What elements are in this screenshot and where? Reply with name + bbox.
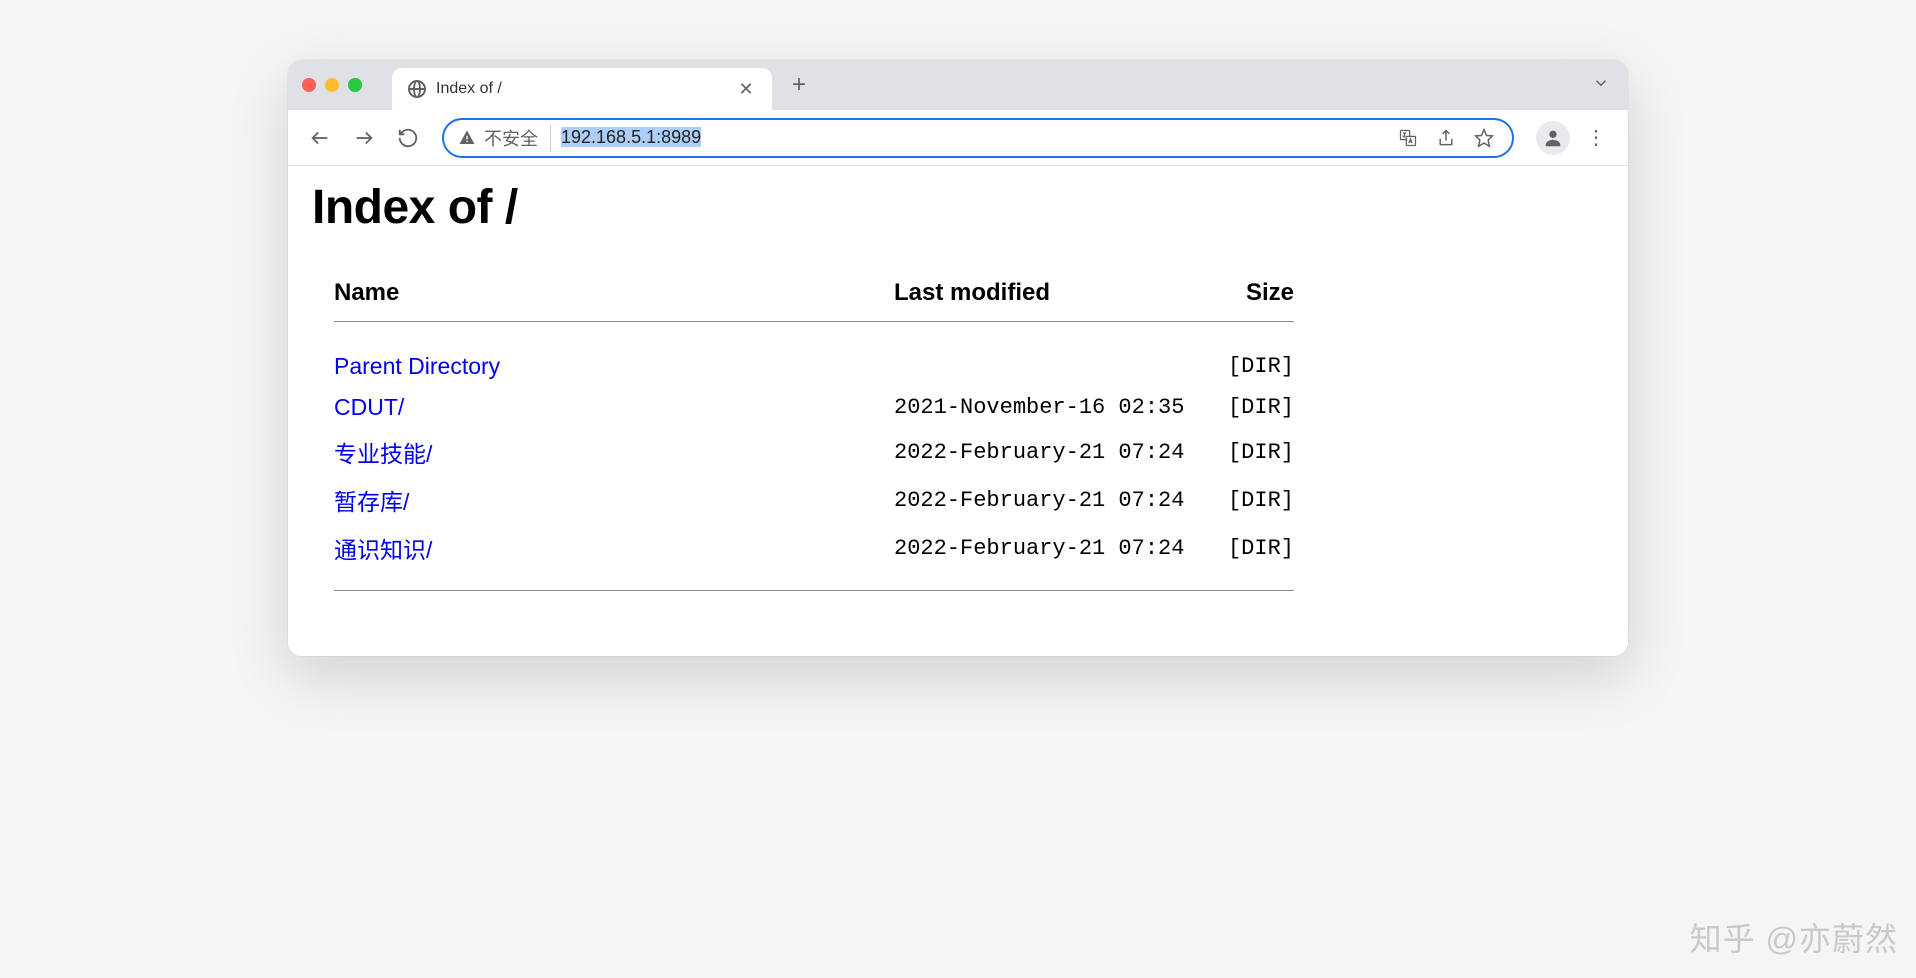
- share-icon[interactable]: [1432, 128, 1460, 148]
- size-cell: [DIR]: [1194, 395, 1294, 420]
- warning-icon: [458, 129, 476, 147]
- new-tab-button[interactable]: +: [792, 71, 806, 99]
- tab-title: Index of /: [436, 80, 726, 98]
- dir-link[interactable]: 通识知识/: [334, 537, 432, 563]
- window-controls: [302, 78, 362, 92]
- col-header-modified: Last modified: [894, 279, 1194, 307]
- page-content: Index of / Name Last modified Size Paren…: [288, 166, 1628, 656]
- watermark: 知乎 @亦蔚然: [1690, 914, 1898, 960]
- listing-row: 专业技能/ 2022-February-21 07:24 [DIR]: [334, 428, 1294, 476]
- browser-tab[interactable]: Index of / ✕: [392, 68, 772, 110]
- page-title: Index of /: [312, 180, 1604, 235]
- globe-icon: [408, 80, 426, 98]
- directory-listing: Name Last modified Size Parent Directory…: [334, 279, 1294, 591]
- address-bar[interactable]: 不安全 192.168.5.1:8989: [442, 118, 1514, 158]
- size-cell: [DIR]: [1194, 488, 1294, 513]
- window-close-icon[interactable]: [302, 78, 316, 92]
- size-cell: [DIR]: [1194, 354, 1294, 379]
- size-cell: [DIR]: [1194, 536, 1294, 561]
- modified-cell: 2022-February-21 07:24: [894, 440, 1194, 465]
- modified-cell: 2021-November-16 02:35: [894, 395, 1194, 420]
- security-indicator[interactable]: 不安全: [458, 125, 551, 151]
- col-header-size: Size: [1194, 279, 1294, 307]
- browser-window: Index of / ✕ + 不安全 192.168.5.1:8989: [288, 60, 1628, 656]
- listing-row: CDUT/ 2021-November-16 02:35 [DIR]: [334, 387, 1294, 428]
- listing-header: Name Last modified Size: [334, 279, 1294, 322]
- listing-row: Parent Directory [DIR]: [334, 346, 1294, 387]
- toolbar: 不安全 192.168.5.1:8989 ⋮: [288, 110, 1628, 166]
- forward-button[interactable]: [346, 120, 382, 156]
- dir-link[interactable]: CDUT/: [334, 394, 404, 420]
- back-button[interactable]: [302, 120, 338, 156]
- dir-link[interactable]: Parent Directory: [334, 353, 500, 379]
- tab-strip: Index of / ✕ +: [288, 60, 1628, 110]
- translate-icon[interactable]: [1394, 128, 1422, 148]
- star-icon[interactable]: [1470, 128, 1498, 148]
- dir-link[interactable]: 暂存库/: [334, 489, 409, 515]
- listing-row: 暂存库/ 2022-February-21 07:24 [DIR]: [334, 476, 1294, 524]
- modified-cell: 2022-February-21 07:24: [894, 536, 1194, 561]
- url-text: 192.168.5.1:8989: [561, 127, 1384, 148]
- size-cell: [DIR]: [1194, 440, 1294, 465]
- dir-link[interactable]: 专业技能/: [334, 441, 432, 467]
- profile-button[interactable]: [1536, 121, 1570, 155]
- window-maximize-icon[interactable]: [348, 78, 362, 92]
- listing-row: 通识知识/ 2022-February-21 07:24 [DIR]: [334, 524, 1294, 572]
- modified-cell: 2022-February-21 07:24: [894, 488, 1194, 513]
- col-header-name: Name: [334, 279, 894, 307]
- window-minimize-icon[interactable]: [325, 78, 339, 92]
- listing-footer: [334, 590, 1294, 591]
- security-label: 不安全: [484, 125, 538, 151]
- tab-close-icon[interactable]: ✕: [736, 79, 756, 100]
- tabs-dropdown-button[interactable]: [1592, 74, 1610, 97]
- menu-button[interactable]: ⋮: [1578, 125, 1614, 150]
- reload-button[interactable]: [390, 120, 426, 156]
